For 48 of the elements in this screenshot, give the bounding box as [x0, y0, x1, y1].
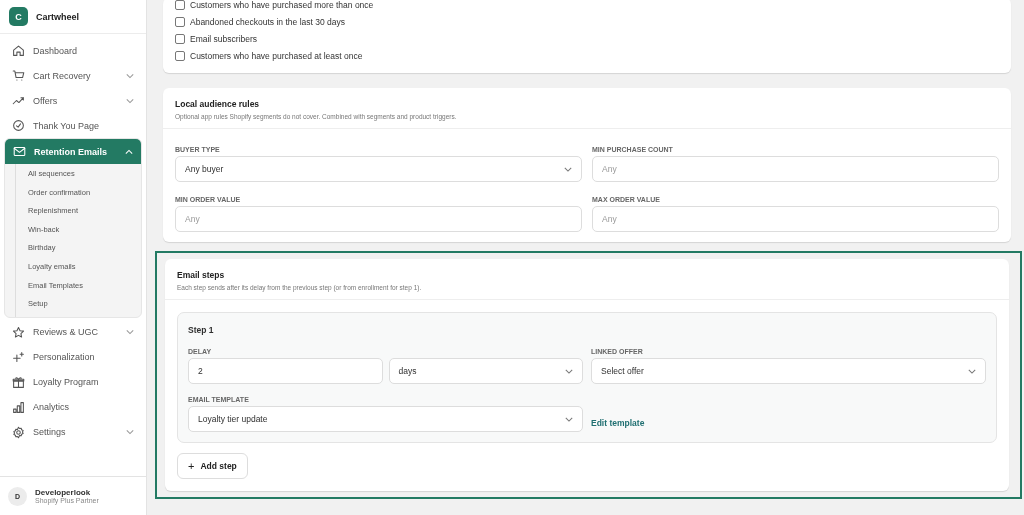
checkbox-label: Abandoned checkouts in the last 30 days: [190, 17, 345, 27]
nav-item[interactable]: Analytics: [4, 394, 142, 420]
check-circle-icon: [12, 119, 25, 132]
checkbox-label: Email subscribers: [190, 34, 258, 44]
chevron-icon: [564, 166, 572, 172]
nav-item[interactable]: Loyalty Program: [4, 369, 142, 395]
input-field[interactable]: Any: [592, 156, 999, 182]
nav-item[interactable]: Settings: [4, 419, 142, 445]
nav-item[interactable]: Personalization: [4, 344, 142, 370]
chevron-icon: [565, 368, 573, 374]
nav-item[interactable]: Cart Recovery: [4, 63, 142, 88]
chevron-icon: [565, 416, 573, 422]
brand-name: Cartwheel: [36, 11, 79, 22]
select-field[interactable]: days: [388, 358, 583, 384]
cart-icon: [12, 69, 25, 82]
card-title: Local audience rules: [175, 99, 261, 109]
gift-icon: [12, 375, 25, 389]
add-step-button[interactable]: + Add step: [177, 453, 248, 479]
nav-item[interactable]: Reviews & UGC: [4, 319, 142, 345]
nav-item[interactable]: Dashboard: [4, 38, 142, 63]
checkbox-label: Customers who have purchased at least once: [190, 51, 363, 61]
input-field[interactable]: Any: [592, 206, 999, 232]
house-icon: [12, 44, 25, 57]
select-field[interactable]: Any buyer: [175, 156, 582, 182]
brand-logo: C: [9, 7, 28, 26]
checkbox-label: Customers who have purchased more than once: [190, 0, 374, 10]
card-title: Email steps: [177, 270, 226, 280]
edit-template-link[interactable]: Edit template: [591, 418, 986, 428]
trend-line-icon: [12, 94, 25, 107]
nav-item[interactable]: Retention Emails: [5, 139, 141, 164]
step-title: Step 1: [188, 325, 215, 335]
checkbox[interactable]: [175, 51, 185, 61]
bar-chart-icon: [12, 400, 25, 414]
nav-item[interactable]: Thank You Page: [4, 113, 142, 138]
checkbox[interactable]: [175, 34, 185, 44]
delay-input[interactable]: 2: [188, 358, 383, 384]
nav-item[interactable]: Offers: [4, 88, 142, 113]
select-field[interactable]: Loyalty tier update: [188, 406, 583, 432]
checkbox[interactable]: [175, 17, 185, 27]
user-name: Developerlook: [35, 488, 92, 497]
sparkle-icon: [12, 350, 25, 364]
chevron-icon: [968, 368, 976, 374]
input-field[interactable]: Any: [175, 206, 582, 232]
star-icon: [12, 325, 25, 339]
mail-icon: [13, 145, 26, 158]
select-field[interactable]: Select offer: [591, 358, 986, 384]
checkbox[interactable]: [175, 0, 185, 10]
settings-icon: [12, 425, 25, 439]
